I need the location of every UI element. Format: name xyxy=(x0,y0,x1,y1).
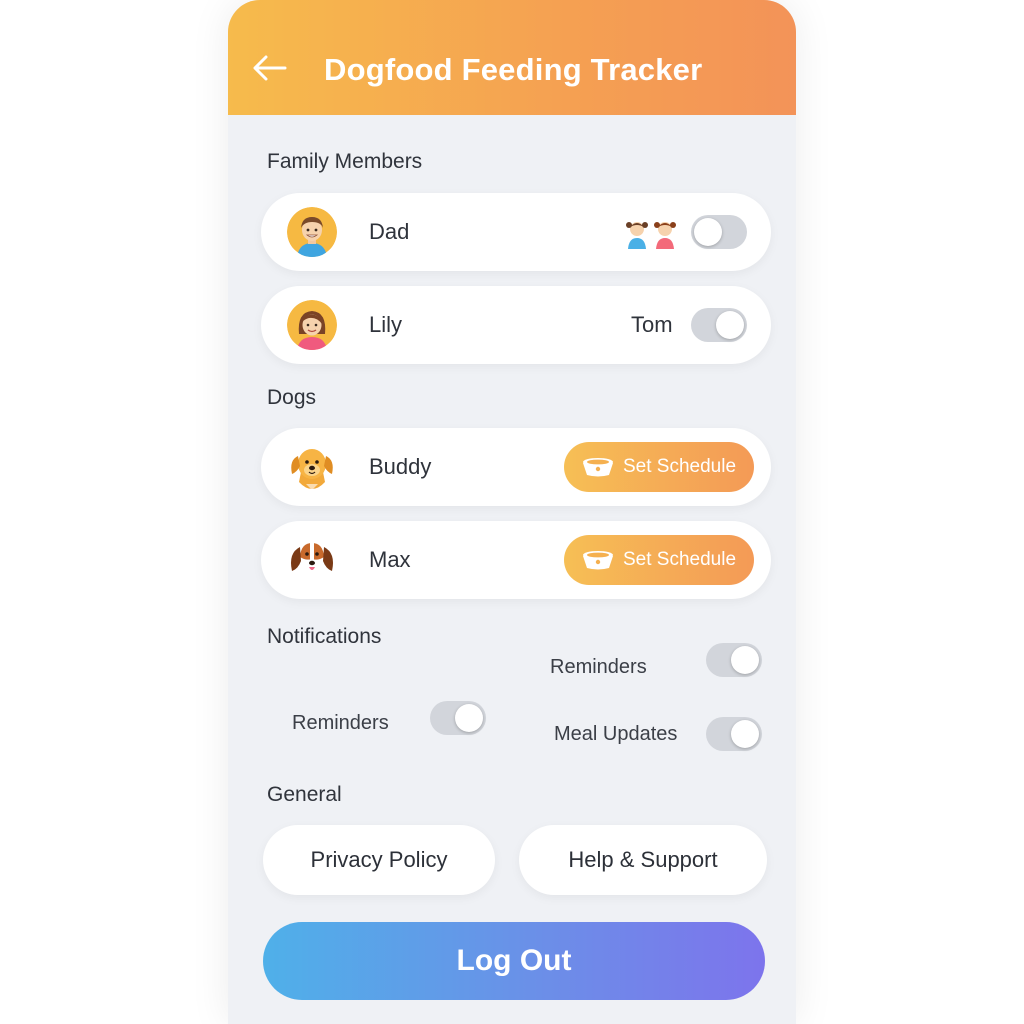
dog-bowl-icon xyxy=(583,458,613,477)
dog-bowl-icon xyxy=(583,551,613,570)
phone-screen: Dogfood Feeding Tracker Family Members D… xyxy=(228,0,796,1024)
toggle-knob xyxy=(716,311,744,339)
notification-label: Reminders xyxy=(292,712,389,734)
arrow-left-icon xyxy=(253,55,287,81)
toggle-knob xyxy=(731,720,759,748)
beagle-icon xyxy=(287,535,337,585)
reminders-toggle[interactable] xyxy=(430,701,486,735)
member-name: Lily xyxy=(369,312,403,337)
set-schedule-label: Set Schedule xyxy=(623,456,737,477)
dog-name: Max xyxy=(369,547,411,572)
member-toggle[interactable] xyxy=(691,308,747,342)
set-schedule-button[interactable]: Set Schedule xyxy=(564,535,754,585)
section-title-general: General xyxy=(267,783,342,806)
member-toggle[interactable] xyxy=(691,215,747,249)
family-member-row[interactable]: Dad xyxy=(261,193,771,271)
toggle-knob xyxy=(731,646,759,674)
golden-retriever-icon xyxy=(287,442,337,492)
girl-avatar-icon xyxy=(287,300,337,350)
linked-member-name: Tom xyxy=(631,312,673,337)
section-title-notifications: Notifications xyxy=(267,625,382,648)
set-schedule-label: Set Schedule xyxy=(623,549,737,570)
app-header: Dogfood Feeding Tracker xyxy=(228,0,796,115)
help-support-button[interactable]: Help & Support xyxy=(519,825,767,895)
privacy-policy-button[interactable]: Privacy Policy xyxy=(263,825,495,895)
toggle-knob xyxy=(455,704,483,732)
dog-row: Max Set Schedule xyxy=(261,521,771,599)
man-avatar-icon xyxy=(287,207,337,257)
toggle-knob xyxy=(694,218,722,246)
dog-row: Buddy Set Schedule xyxy=(261,428,771,506)
page-title: Dogfood Feeding Tracker xyxy=(324,52,703,87)
meal-updates-toggle[interactable] xyxy=(706,717,762,751)
notification-label: Meal Updates xyxy=(554,723,678,745)
set-schedule-button[interactable]: Set Schedule xyxy=(564,442,754,492)
log-out-button[interactable]: Log Out xyxy=(263,922,765,1000)
family-member-row[interactable]: Lily Tom xyxy=(261,286,771,364)
section-title-dogs: Dogs xyxy=(267,386,317,409)
reminders-toggle[interactable] xyxy=(706,643,762,677)
section-title-family: Family Members xyxy=(267,150,423,173)
two-kids-icon xyxy=(623,218,679,250)
back-button[interactable] xyxy=(250,50,290,86)
member-name: Dad xyxy=(369,219,410,244)
notification-label: Reminders xyxy=(550,656,647,678)
dog-name: Buddy xyxy=(369,454,432,479)
